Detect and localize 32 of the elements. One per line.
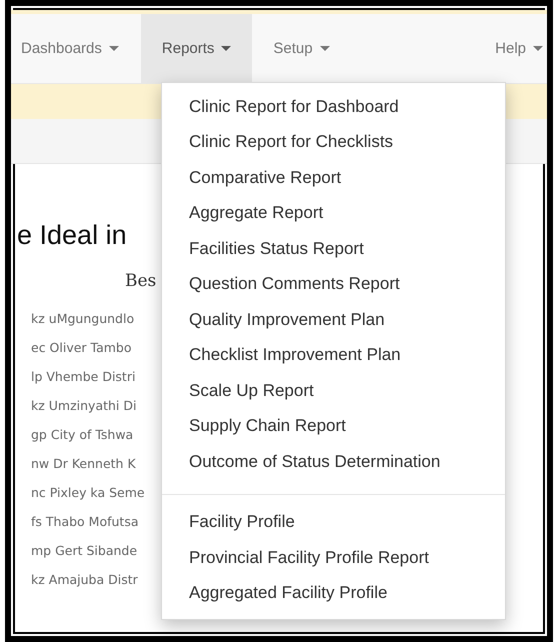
menu-item[interactable]: Comparative Report	[162, 160, 505, 196]
menu-item[interactable]: Aggregated Facility Profile	[162, 576, 505, 611]
menu-item[interactable]: Checklist Improvement Plan	[162, 338, 505, 373]
nav-menu[interactable]: Dashboards	[11, 14, 141, 83]
district-label: kz uMgungundlo	[31, 310, 134, 328]
menu-item[interactable]: Provincial Facility Profile Report	[162, 540, 505, 576]
menu-item[interactable]: Outcome of Status Determination	[162, 444, 505, 480]
menu-item[interactable]: Question Comments Report	[162, 266, 505, 302]
menu-item[interactable]: Facilities Status Report	[162, 231, 505, 266]
district-label: lp Vhembe Distri	[31, 368, 136, 386]
district-label: kz Amajuba Distr	[31, 571, 138, 589]
district-label: mp Gert Sibande	[31, 542, 138, 560]
district-label: ec Oliver Tambo	[31, 339, 132, 357]
caret-icon	[320, 46, 330, 51]
district-label: fs Thabo Mofutsa	[31, 513, 138, 531]
menu-item[interactable]: Clinic Report for Dashboard	[162, 89, 505, 124]
caret-icon	[533, 46, 543, 51]
menu-item[interactable]: Quality Improvement Plan	[162, 302, 505, 338]
district-label: kz Umzinyathi Di	[31, 397, 136, 415]
caret-icon	[108, 46, 119, 51]
menu-item[interactable]: Aggregate Report	[162, 196, 505, 231]
page-title: e Ideal in	[17, 220, 127, 251]
menu-item[interactable]: Facility Profile	[162, 504, 505, 540]
district-label: nc Pixley ka Seme	[31, 484, 145, 502]
caret-icon	[221, 46, 232, 51]
menu-item[interactable]: Clinic Report for Checklists	[162, 124, 505, 160]
menu-item[interactable]: Supply Chain Report	[162, 408, 505, 444]
section-title: Bes	[125, 271, 156, 291]
menu-item[interactable]: Scale Up Report	[162, 373, 505, 408]
district-label: gp City of Tshwa	[31, 426, 134, 444]
district-label: nw Dr Kenneth K	[31, 455, 136, 473]
nav-menu[interactable]: Reports	[140, 14, 252, 83]
